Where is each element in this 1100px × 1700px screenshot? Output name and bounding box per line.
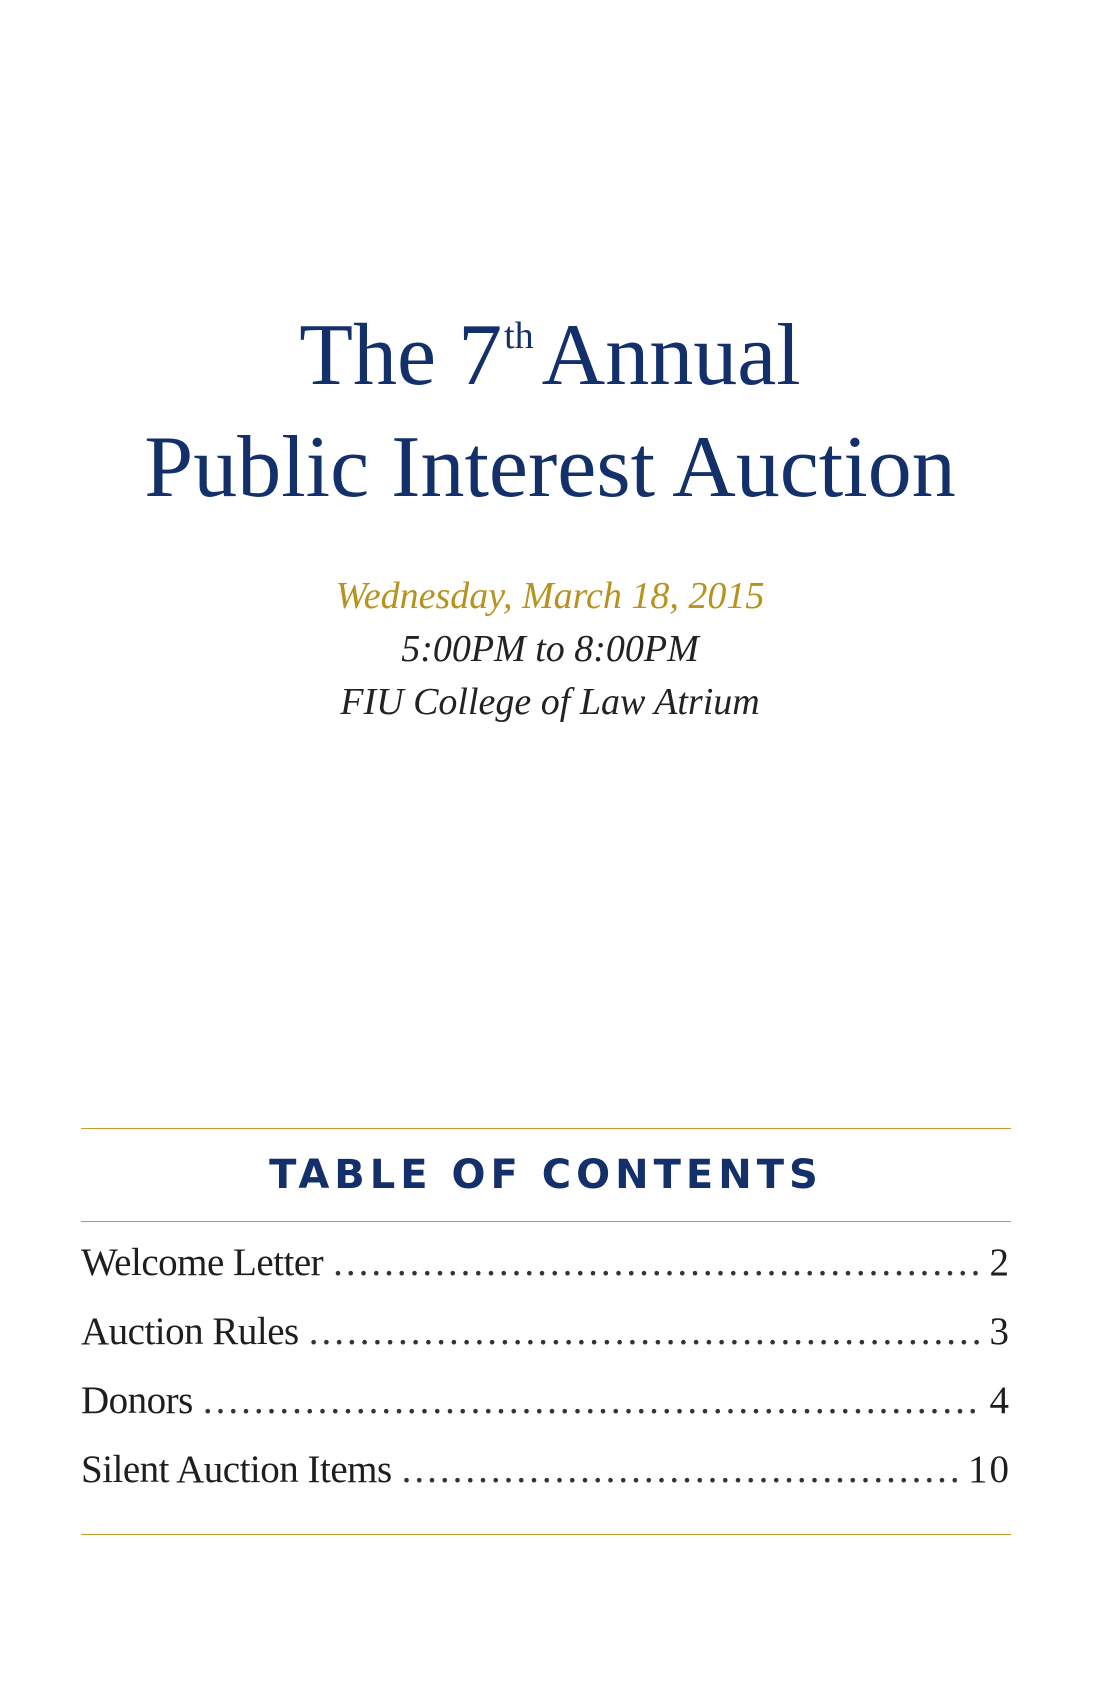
toc-dot-leader: ........................................…: [333, 1241, 979, 1284]
toc-dot-leader: ........................................…: [202, 1379, 980, 1422]
cover-title: The 7thAnnual Public Interest Auction: [0, 300, 1100, 524]
table-of-contents: TABLE OF CONTENTS Welcome Letter .......…: [81, 1128, 1011, 1535]
event-location: FIU College of Law Atrium: [340, 681, 760, 723]
title-line-1: The 7thAnnual: [0, 300, 1100, 412]
toc-entry-page: 2: [989, 1241, 1011, 1284]
title-ordinal-suffix: th: [504, 315, 534, 357]
toc-entry-donors[interactable]: Donors .................................…: [81, 1378, 1011, 1447]
title-line-1-end: Annual: [541, 307, 801, 404]
toc-entry-label: Donors: [81, 1379, 193, 1422]
toc-heading: TABLE OF CONTENTS: [269, 1152, 823, 1198]
toc-entry-welcome-letter[interactable]: Welcome Letter .........................…: [81, 1240, 1011, 1309]
title-line-2: Public Interest Auction: [144, 419, 956, 516]
toc-bottom-rule: [81, 1534, 1011, 1535]
title-line-1-start: The 7: [299, 307, 503, 404]
toc-entry-page: 4: [989, 1379, 1011, 1422]
toc-entry-page: 3: [989, 1310, 1011, 1353]
event-details: Wednesday, March 18, 2015 5:00PM to 8:00…: [0, 570, 1100, 729]
event-time: 5:00PM to 8:00PM: [401, 628, 699, 670]
event-date: Wednesday, March 18, 2015: [335, 575, 765, 617]
toc-entry-label: Silent Auction Items: [81, 1448, 392, 1491]
toc-entry-label: Welcome Letter: [81, 1241, 324, 1284]
toc-entry-silent-auction-items[interactable]: Silent Auction Items ...................…: [81, 1447, 1011, 1516]
toc-entry-page: 10: [968, 1448, 1011, 1491]
toc-list: Welcome Letter .........................…: [81, 1222, 1011, 1534]
toc-entry-auction-rules[interactable]: Auction Rules ..........................…: [81, 1309, 1011, 1378]
toc-entry-label: Auction Rules: [81, 1310, 299, 1353]
toc-dot-leader: ........................................…: [308, 1310, 980, 1353]
toc-dot-leader: ........................................…: [401, 1448, 958, 1491]
